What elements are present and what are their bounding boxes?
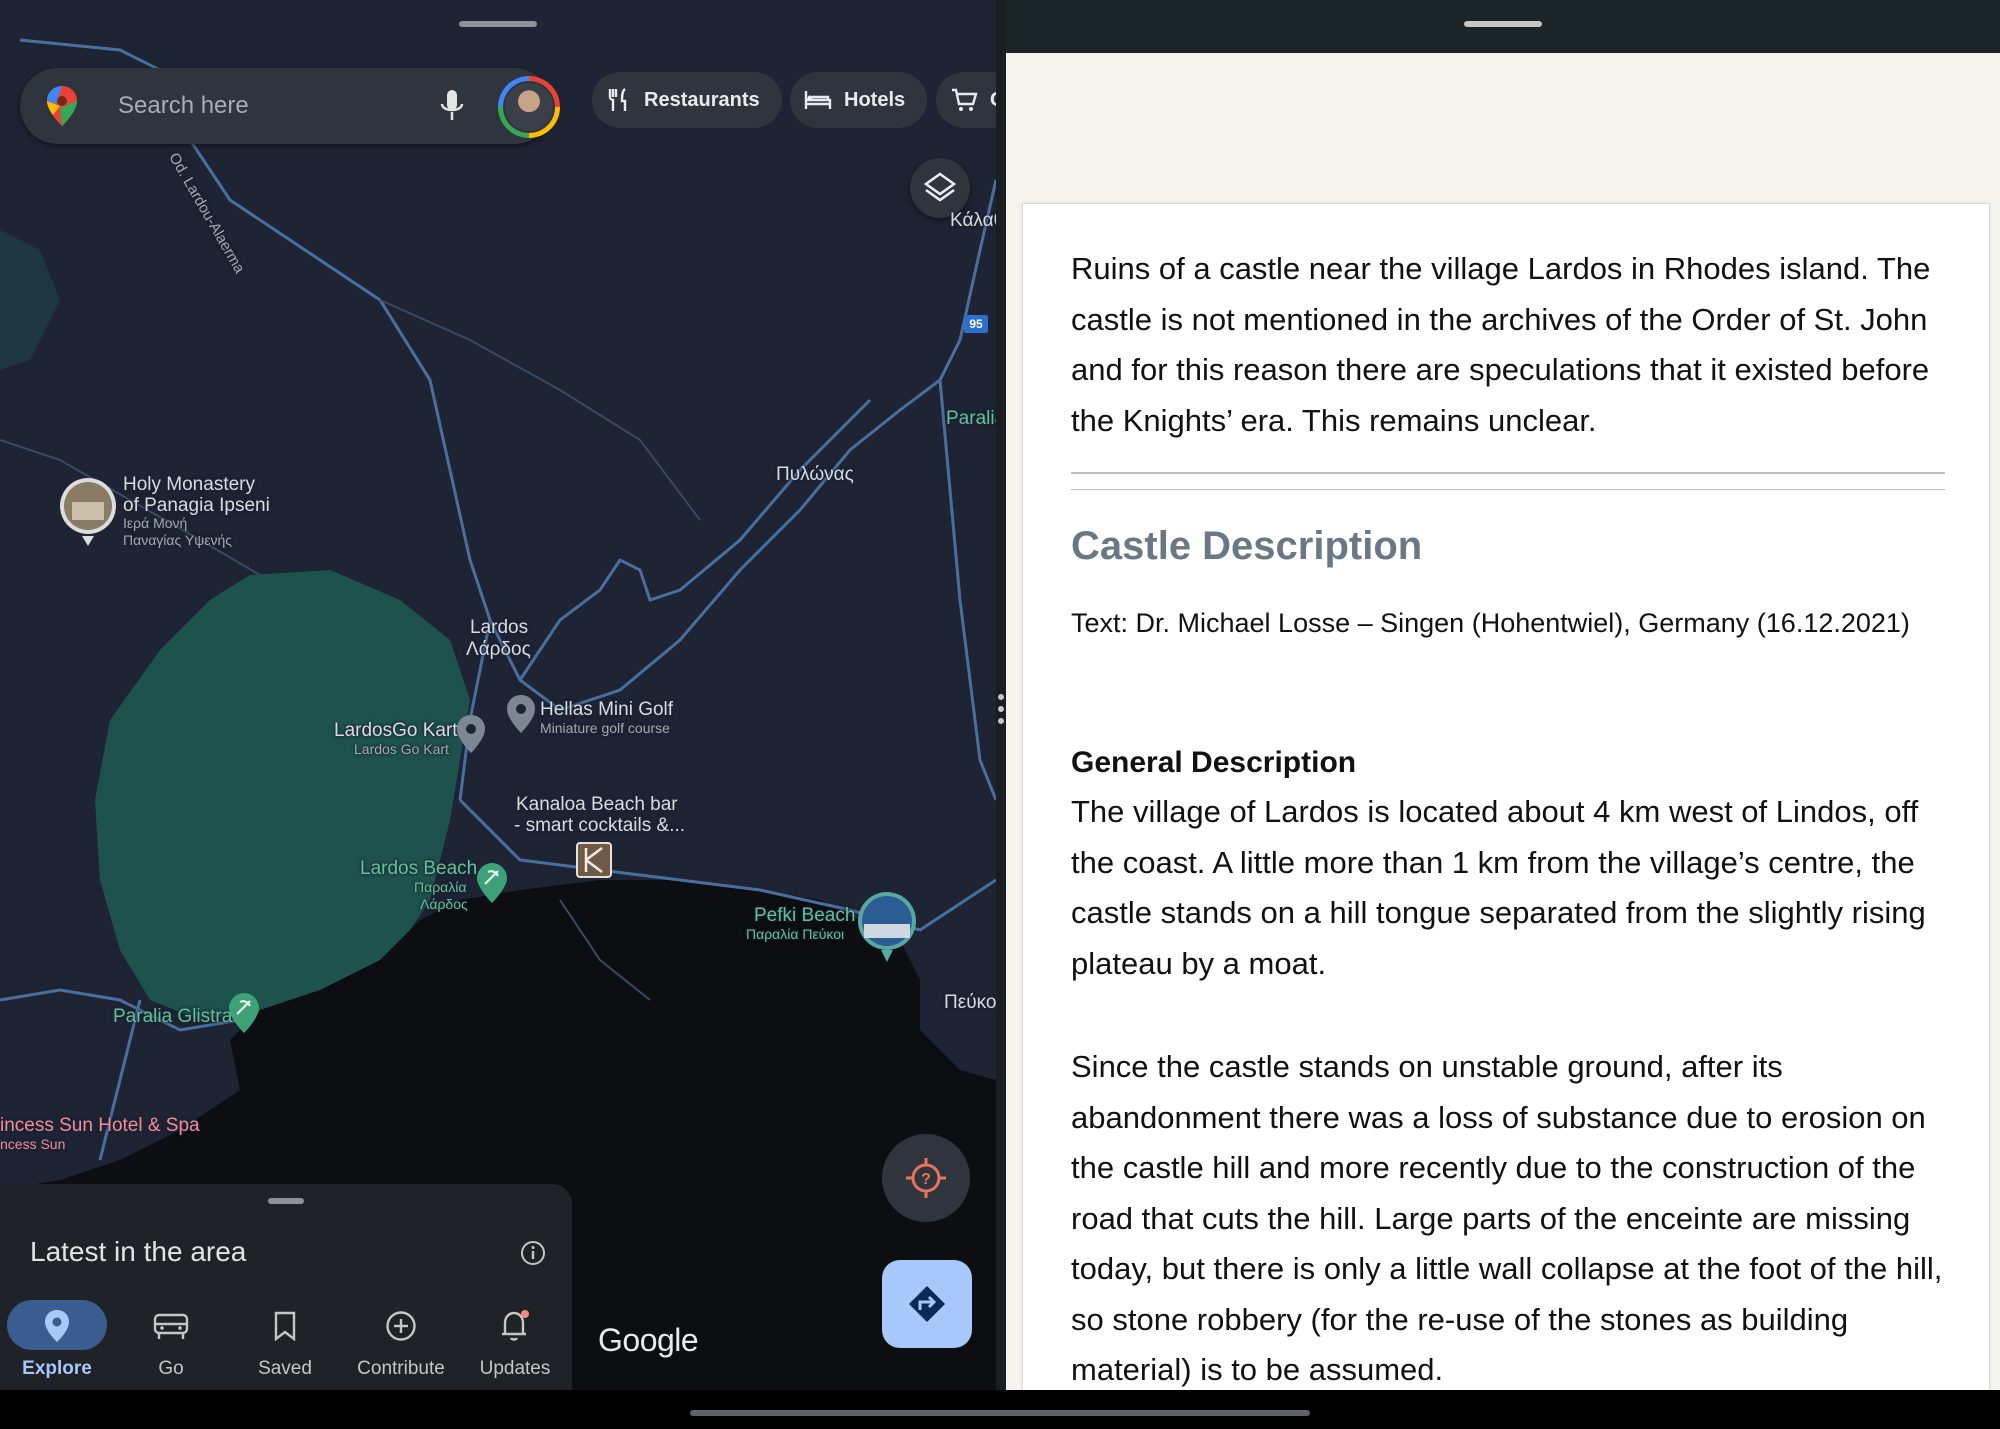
chip-shopping[interactable]: G [936,72,996,128]
map-label-princess-sub: ncess Sun [0,1136,66,1152]
lardosgo-pin-icon[interactable] [456,714,486,754]
article-paragraph-2: Since the castle stands on unstable grou… [1071,1049,1943,1387]
map-label-monastery-2: of Panagia Ipseni [123,495,270,516]
nav-saved-label: Saved [258,1358,312,1379]
search-bar[interactable]: Search here [20,68,560,144]
bottom-navigation: Explore Go Saved Contribute Updates [0,1290,572,1390]
map-label-hellas: Hellas Mini Golf [540,699,674,720]
photo-pin-icon [60,478,116,546]
sheet-title: Latest in the area [30,1236,247,1267]
nav-explore[interactable]: Explore [2,1290,112,1390]
map-label-lardos-gr: Λάρδος [466,639,531,660]
bookmark-icon [274,1311,296,1341]
hellas-pin-icon[interactable] [506,694,536,734]
layers-button[interactable] [910,158,970,218]
bed-icon [804,91,832,109]
chip-hotels[interactable]: Hotels [790,72,928,128]
pefki-photo-pin[interactable] [856,890,918,967]
beach-pin-icon[interactable] [476,862,508,904]
article-intro: Ruins of a castle near the village Lardo… [1071,251,1931,438]
search-input[interactable]: Search here [118,92,249,120]
gesture-handle[interactable] [690,1410,1310,1416]
location-pin-icon [45,1310,69,1342]
nav-contribute[interactable]: Contribute [346,1290,456,1390]
map-label-monastery-sub2: Παναγίας Υψενής [123,532,232,548]
fork-knife-icon [608,88,627,111]
pane-drag-handle[interactable] [459,21,537,27]
map-label-hellas-sub: Miniature golf course [540,720,670,736]
split-screen: Search here Restaurants Hotels Κάλα 95 P… [0,0,2000,1429]
map-label-pefki-beach-sub: Παραλία Πεύκοι [746,926,845,942]
account-avatar[interactable] [498,76,560,138]
nav-contribute-label: Contribute [357,1358,445,1379]
pane-drag-handle[interactable] [1464,21,1542,27]
layers-icon [923,172,957,202]
article-paragraph-1: The village of Lardos is located about 4… [1071,794,1926,981]
plus-circle-icon [386,1311,416,1341]
map-canvas[interactable] [0,0,996,1390]
map-label-lardosgo-sub: Lardos Go Kart [354,741,449,757]
location-target-icon: ? [906,1158,946,1198]
photo-pin-icon [858,892,916,962]
general-description-heading: General Description [1071,746,1357,779]
info-icon[interactable] [520,1240,546,1266]
article-content: Ruins of a castle near the village Lardo… [1022,203,1990,1390]
my-location-button[interactable]: ? [882,1134,970,1222]
svg-text:?: ? [921,1171,931,1188]
map-label-monastery-sub1: Ιερά Μονή [123,515,188,531]
nav-go[interactable]: Go [116,1290,226,1390]
car-icon [153,1313,189,1339]
map-label-lardos-beach-sub2: Λάρδος [420,896,468,912]
nav-go-label: Go [158,1358,184,1379]
map-label-kanaloa-1: Kanaloa Beach bar [516,794,678,815]
bell-icon [502,1310,529,1341]
nav-updates[interactable]: Updates [460,1290,570,1390]
map-label-kanaloa-2: - smart cocktails &... [514,815,686,836]
microphone-icon[interactable] [438,88,466,124]
article-credit: Text: Dr. Michael Losse – Singen (Hohent… [1071,608,1910,638]
map-label-monastery-1: Holy Monastery [123,474,255,495]
google-logo: Google [598,1322,699,1358]
castle-description-heading: Castle Description [1071,524,1423,568]
map-label-princess: incess Sun Hotel & Spa [0,1115,200,1136]
map-label-pefki-beach: Pefki Beach [754,905,856,926]
road-shield-label: 95 [969,317,983,331]
pane-top-bar [1006,0,2000,53]
nav-explore-label: Explore [22,1358,92,1379]
bottom-sheet[interactable]: Latest in the area Explore Go Saved Cont… [0,1184,572,1390]
map-label-kalathos: Κάλαθ [950,210,996,231]
split-divider-handle[interactable] [997,694,1005,734]
monastery-photo-pin[interactable] [58,476,118,551]
kanaloa-logo-icon [584,847,603,873]
cart-icon [952,88,978,111]
chip-restaurants-label: Restaurants [644,88,760,111]
directions-button[interactable] [882,1260,972,1348]
road-shield-95: 95 [964,315,988,333]
chip-hotels-label: Hotels [844,88,906,111]
map-label-lardosgo: LardosGo Kart [334,720,458,741]
map-label-lardos: Lardos [470,617,529,638]
kanaloa-logo-pin[interactable] [576,842,612,878]
map-label-pefko: Πεύκο [944,992,996,1013]
map-pane[interactable]: Search here Restaurants Hotels Κάλα 95 P… [0,0,996,1390]
map-label-pylonas: Πυλώνας [776,464,854,485]
chip-restaurants[interactable]: Restaurants [592,72,782,128]
nav-updates-label: Updates [479,1358,551,1379]
map-label-lardos-beach: Lardos Beach [360,858,478,879]
browser-pane[interactable]: Ruins of a castle near the village Lardo… [1006,0,2000,1390]
map-label-lardos-beach-sub1: Παραλία [414,879,467,895]
nav-saved[interactable]: Saved [230,1290,340,1390]
beach-pin-icon[interactable] [228,992,260,1034]
google-maps-pin-icon [47,86,77,126]
section-divider [1071,489,1945,490]
directions-icon [909,1286,945,1322]
map-label-glistra: Paralia Glistra [113,1006,233,1027]
map-label-paralia: Paralia [946,408,996,429]
section-divider [1071,472,1945,474]
sheet-grab-handle[interactable] [268,1198,304,1204]
